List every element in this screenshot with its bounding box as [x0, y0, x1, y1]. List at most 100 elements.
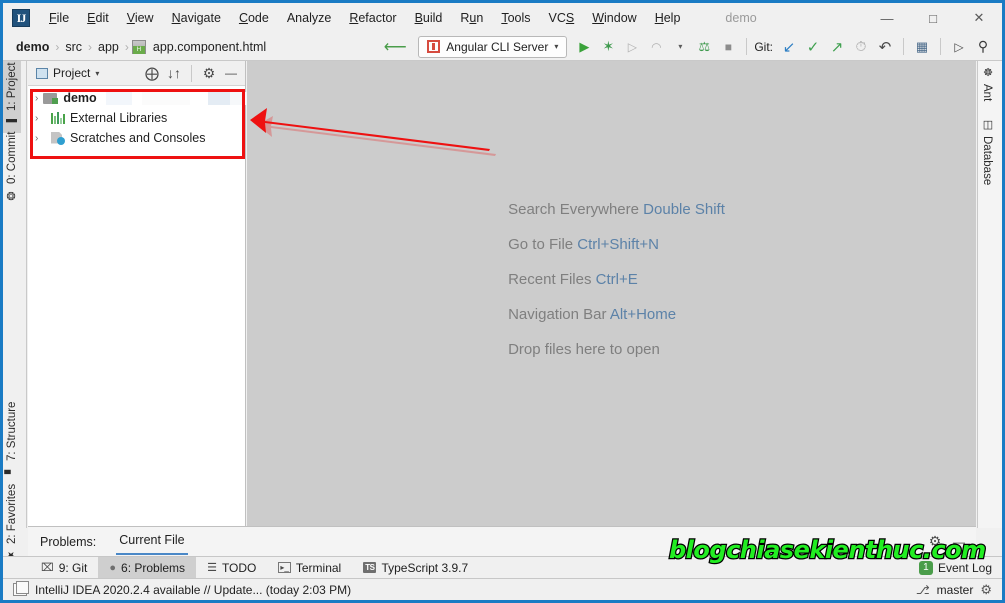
sidebar-item-structure[interactable]: ▘ 7: Structure [3, 393, 21, 479]
tab-current-file[interactable]: Current File [116, 529, 188, 555]
tree-node-demo[interactable]: › demo [28, 88, 266, 108]
breadcrumb-item-app[interactable]: app [95, 39, 122, 55]
breadcrumb-item-project[interactable]: demo [13, 39, 52, 55]
hint-action-label: Drop files here to open [508, 341, 660, 358]
sidebar-item-label: 1: Project [6, 62, 18, 111]
hint-shortcut-label: Ctrl+E [595, 271, 638, 288]
breadcrumb: demo › src › app › app.component.html [3, 39, 269, 55]
sidebar-item-commit[interactable]: ❂ 0: Commit [3, 132, 21, 207]
menu-analyze[interactable]: Analyze [278, 7, 340, 29]
project-tool-window: Project ▾ ⨁ ↓↑ ⚙ — › demo › External Lib… [28, 61, 266, 528]
sidebar-item-label: 2: Favorites [6, 483, 18, 544]
close-button[interactable]: ✕ [956, 3, 1002, 33]
tree-node-external-libraries[interactable]: › External Libraries [28, 108, 245, 128]
window-title: demo [725, 11, 757, 25]
attach-debugger-button[interactable]: ⚖ [693, 36, 715, 58]
menu-help[interactable]: Help [646, 7, 690, 29]
run-button[interactable]: ▶ [573, 36, 595, 58]
menu-code[interactable]: Code [230, 7, 278, 29]
minimize-button[interactable]: — [864, 3, 910, 33]
chevron-down-icon[interactable]: ▾ [669, 36, 691, 58]
tree-node-label: demo [63, 91, 97, 105]
tool-window-terminal[interactable]: ▸_ Terminal [267, 557, 352, 579]
sidebar-item-database[interactable]: ◫ Database [978, 113, 996, 205]
debug-button[interactable]: ✶ [597, 36, 619, 58]
collapse-all-icon[interactable]: ↓↑ [164, 63, 184, 83]
run-configuration-label: Angular CLI Server [446, 39, 549, 54]
breadcrumb-item-src[interactable]: src [62, 39, 85, 55]
run-with-coverage-button[interactable]: ▷ [621, 36, 643, 58]
menu-edit[interactable]: Edit [78, 7, 118, 29]
hint-search-everywhere: Search Everywhere Double Shift [508, 192, 725, 227]
menu-tools[interactable]: Tools [492, 7, 539, 29]
chevron-right-icon[interactable]: › [35, 133, 45, 144]
git-label: Git: [754, 39, 773, 54]
sidebar-item-ant[interactable]: ☸ Ant [978, 61, 996, 113]
chevron-right-icon[interactable]: › [35, 93, 38, 104]
hide-panel-icon[interactable]: — [221, 63, 241, 83]
tree-node-label: External Libraries [70, 111, 168, 125]
git-rollback-button[interactable]: ↶ [874, 36, 896, 58]
project-panel-title[interactable]: Project ▾ [32, 64, 103, 82]
hint-shortcut-label: Double Shift [643, 201, 725, 218]
menu-window[interactable]: Window [583, 7, 645, 29]
toolbar-divider [746, 38, 748, 55]
breadcrumb-separator: › [88, 39, 93, 54]
menu-navigate[interactable]: Navigate [163, 7, 230, 29]
structure-icon: ▘ [5, 465, 18, 474]
chevron-right-icon[interactable]: › [35, 113, 45, 124]
git-history-button[interactable]: ⏱ [850, 36, 872, 58]
tool-window-git[interactable]: ⌧ 9: Git [30, 557, 98, 579]
menu-vcs[interactable]: VCS [540, 7, 584, 29]
scratches-icon [50, 131, 65, 145]
sidebar-item-favorites[interactable]: ★ 2: Favorites [3, 479, 21, 567]
tool-window-label: 9: Git [58, 560, 88, 575]
breadcrumb-separator: › [124, 39, 129, 54]
updates-button[interactable]: ▷ [948, 36, 970, 58]
tool-window-todo[interactable]: ☰ TODO [196, 557, 267, 579]
menu-view[interactable]: View [118, 7, 163, 29]
menu-refactor[interactable]: Refactor [340, 7, 405, 29]
status-bar-right: ⎇ master ⚙ [916, 582, 1002, 598]
left-tool-strip: ▬ 1: Project ❂ 0: Commit ▘ 7: Structure … [3, 61, 27, 562]
maximize-button[interactable]: □ [910, 3, 956, 33]
run-configuration-selector[interactable]: Angular CLI Server ▾ [418, 35, 568, 58]
breadcrumb-item-file[interactable]: app.component.html [150, 39, 269, 55]
settings-gear-icon[interactable]: ⚙ [980, 582, 992, 598]
project-panel-title-label: Project [53, 66, 91, 80]
intellij-logo-icon: IJ [12, 9, 30, 27]
toolbar-divider [903, 38, 904, 55]
tool-window-problems[interactable]: ● 6: Problems [98, 556, 197, 579]
toolbar-divider [940, 38, 941, 55]
menu-file[interactable]: File [40, 7, 78, 29]
settings-gear-icon[interactable]: ⚙ [199, 63, 219, 83]
project-view-icon [36, 67, 48, 79]
git-update-project-button[interactable]: ↙ [778, 36, 800, 58]
search-everywhere-button[interactable]: ⚲ [972, 36, 994, 58]
profile-button[interactable]: ◠ [645, 36, 667, 58]
tree-node-scratches[interactable]: › Scratches and Consoles [28, 128, 245, 148]
annotation-arrow [250, 108, 496, 156]
stop-button[interactable]: ■ [717, 36, 739, 58]
project-panel-tools: ⨁ ↓↑ ⚙ — [142, 63, 241, 83]
git-push-button[interactable]: ↗ [826, 36, 848, 58]
project-panel-header: Project ▾ ⨁ ↓↑ ⚙ — [28, 61, 245, 86]
git-commit-button[interactable]: ✓ [802, 36, 824, 58]
git-branch-label[interactable]: master [937, 583, 974, 597]
select-opened-file-icon[interactable]: ⨁ [142, 63, 162, 83]
notification-icon[interactable] [13, 581, 29, 596]
hint-shortcut-label: Alt+Home [609, 306, 677, 323]
tool-window-label: TODO [221, 560, 257, 575]
sidebar-item-project[interactable]: ▬ 1: Project [3, 61, 21, 133]
database-icon: ◫ [981, 118, 994, 131]
project-icon: ▬ [5, 116, 18, 128]
status-message[interactable]: IntelliJ IDEA 2020.2.4 available // Upda… [35, 583, 351, 597]
breadcrumb-separator: › [55, 39, 60, 54]
tool-window-typescript[interactable]: TS TypeScript 3.9.7 [352, 557, 479, 579]
hint-drop-files: Drop files here to open [508, 332, 725, 367]
menu-run[interactable]: Run [451, 7, 492, 29]
project-structure-button[interactable]: ▦ [911, 36, 933, 58]
main-menu: File Edit View Navigate Code Analyze Ref… [40, 7, 689, 29]
menu-build[interactable]: Build [406, 7, 452, 29]
back-arrow-icon[interactable]: ⟵ [384, 36, 407, 58]
